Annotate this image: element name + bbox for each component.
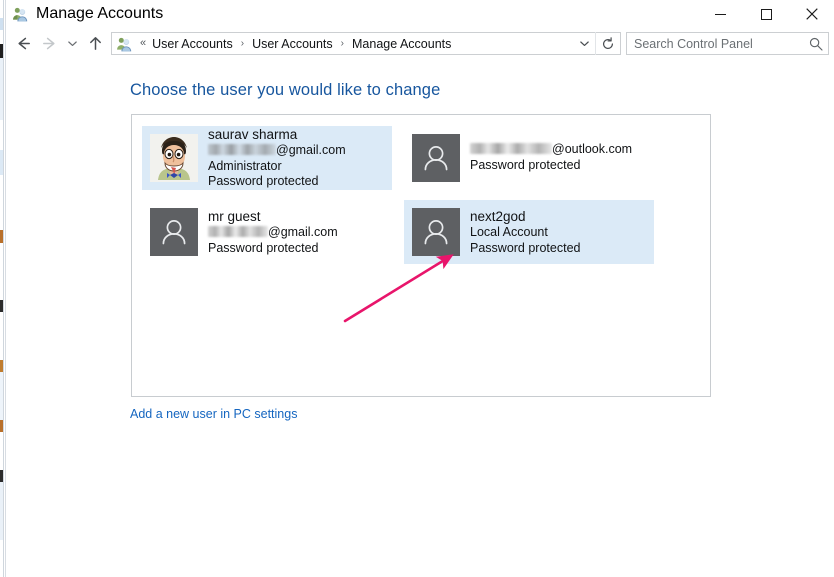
account-info: saurav sharma @gmail.com Administrator Pass… (208, 126, 392, 190)
redacted-email-prefix (208, 225, 268, 237)
search-button[interactable] (804, 33, 828, 54)
default-person-icon (424, 220, 448, 245)
redacted-email-prefix (470, 143, 552, 155)
refresh-icon (603, 36, 613, 49)
password-status: Password protected (208, 240, 319, 255)
account-info: mr guest @gmail.com Password protected (208, 208, 392, 257)
maximize-icon (760, 8, 772, 20)
minimize-icon (714, 13, 726, 15)
content-area: Choose the user you would like to change… (6, 59, 834, 577)
refresh-button[interactable] (595, 32, 620, 55)
add-new-user-link[interactable]: Add a new user in PC settings (130, 407, 297, 421)
forward-button (36, 31, 62, 57)
account-info: @outlook.com Password protected (470, 142, 654, 174)
account-email: @gmail.com (208, 225, 392, 241)
account-name: mr guest (208, 208, 261, 224)
search-box[interactable] (626, 32, 829, 55)
window-controls (697, 0, 834, 28)
default-person-icon (162, 220, 186, 245)
breadcrumb-separator-icon[interactable]: › (235, 38, 250, 49)
email-domain: @gmail.com (268, 224, 338, 239)
page-title: Choose the user you would like to change (130, 81, 441, 99)
breadcrumb-overflow-icon[interactable]: « (136, 38, 150, 49)
breadcrumb-item-user-accounts-2[interactable]: User Accounts (250, 35, 335, 53)
account-tile-mr-guest[interactable]: mr guest @gmail.com Password protected (142, 200, 392, 264)
account-tile-saurav-sharma[interactable]: saurav sharma @gmail.com Administrator Pass… (142, 126, 392, 190)
account-name: saurav sharma (208, 126, 298, 142)
breadcrumb-item-user-accounts-1[interactable]: User Accounts (150, 35, 235, 53)
forward-arrow-icon (42, 37, 55, 50)
redacted-email-prefix (208, 143, 276, 155)
account-info: next2god Local Account Password protected (470, 208, 654, 257)
maximize-button[interactable] (743, 0, 789, 28)
breadcrumb-user-accounts-icon (116, 36, 132, 52)
accounts-panel: saurav sharma @gmail.com Administrator Pass… (131, 114, 711, 397)
close-button[interactable] (789, 0, 834, 28)
avatar (150, 134, 198, 182)
close-icon (806, 8, 818, 20)
account-tile-outlook-account[interactable]: @outlook.com Password protected (404, 126, 654, 190)
address-bar-row: « User Accounts › User Accounts › Manage… (6, 28, 834, 59)
email-domain: @outlook.com (552, 142, 633, 157)
up-arrow-icon (89, 37, 101, 50)
breadcrumb: « User Accounts › User Accounts › Manage… (136, 35, 573, 53)
manage-accounts-window: Manage Accounts « User Accounts › User A… (5, 0, 834, 577)
account-list: saurav sharma @gmail.com Administrator Pass… (132, 115, 710, 269)
account-tile-next2god[interactable]: next2god Local Account Password protected (404, 200, 654, 264)
password-status: Password protected (470, 240, 581, 255)
background-window-sliver (0, 0, 4, 577)
breadcrumb-item-manage-accounts[interactable]: Manage Accounts (350, 35, 453, 53)
account-type: Local Account (470, 224, 548, 239)
up-button[interactable] (82, 31, 108, 57)
account-type: Administrator (208, 158, 282, 173)
avatar (412, 134, 460, 182)
recent-locations-button[interactable] (62, 31, 82, 57)
password-status: Password protected (470, 158, 581, 172)
account-email: @gmail.com (208, 143, 392, 159)
account-name: next2god (470, 208, 526, 224)
chevron-down-icon (67, 41, 77, 46)
minimize-button[interactable] (697, 0, 743, 28)
email-domain: @gmail.com (276, 142, 346, 157)
user-accounts-icon (12, 6, 28, 22)
search-icon (809, 37, 823, 51)
avatar (412, 208, 460, 256)
title-bar: Manage Accounts (6, 0, 834, 28)
account-email: @outlook.com (470, 142, 654, 158)
cartoon-face-photo (150, 134, 198, 182)
chevron-down-icon (579, 41, 589, 46)
search-input[interactable] (627, 36, 804, 51)
avatar (150, 208, 198, 256)
address-bar[interactable]: « User Accounts › User Accounts › Manage… (111, 32, 621, 55)
window-title: Manage Accounts (36, 5, 164, 22)
address-dropdown-button[interactable] (573, 33, 595, 54)
password-status: Password protected (208, 174, 319, 189)
breadcrumb-separator-icon[interactable]: › (335, 38, 350, 49)
back-arrow-icon (17, 37, 30, 50)
back-button[interactable] (10, 31, 36, 57)
default-person-icon (424, 146, 448, 171)
